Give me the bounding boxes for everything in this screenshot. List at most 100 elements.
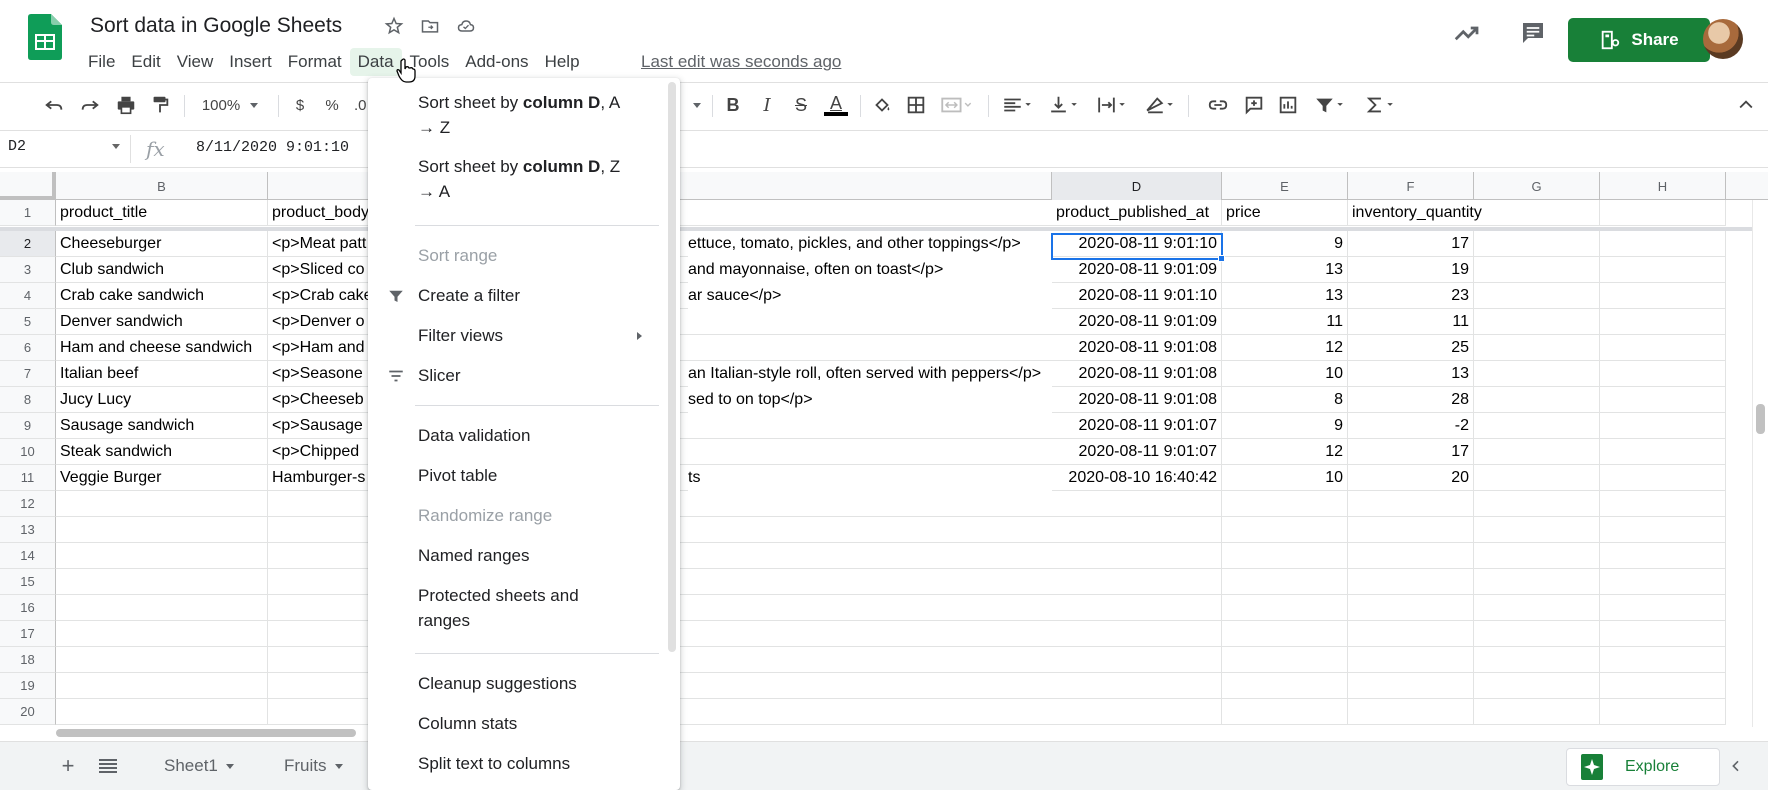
menu-help[interactable]: Help [537,48,588,76]
sheet-tab-caret-icon[interactable] [225,763,234,769]
paint-format-icon[interactable] [146,91,174,119]
table-cell[interactable]: 2020-08-11 9:01:08 [1052,335,1222,361]
filter-icon[interactable] [1310,91,1350,119]
table-cell[interactable]: 2020-08-10 16:40:42 [1052,465,1222,491]
table-cell[interactable] [1052,673,1222,699]
table-cell[interactable] [1222,491,1348,517]
row-header[interactable]: 11 [0,465,56,491]
table-cell[interactable] [1600,231,1726,257]
text-wrapping-icon[interactable] [1092,91,1132,119]
menu-protected-sheets[interactable]: Protected sheets and ranges [368,583,664,633]
vertical-align-icon[interactable] [1044,91,1084,119]
table-cell[interactable]: 28 [1348,387,1474,413]
vertical-scrollbar[interactable] [1752,200,1768,727]
row-header[interactable]: 7 [0,361,56,387]
table-cell[interactable] [1348,621,1474,647]
table-cell[interactable]: 12 [1222,335,1348,361]
menu-split-text[interactable]: Split text to columns [368,751,664,776]
table-cell[interactable] [56,543,268,569]
table-cell[interactable]: 19 [1348,257,1474,283]
table-cell[interactable] [1222,517,1348,543]
bold-icon[interactable]: B [720,91,746,119]
row-header[interactable]: 2 [0,231,56,257]
table-cell[interactable] [1600,283,1726,309]
table-cell[interactable] [1348,595,1474,621]
table-cell[interactable] [1474,517,1600,543]
table-cell[interactable] [1348,699,1474,725]
table-cell[interactable] [1222,595,1348,621]
column-header-d[interactable]: D [1052,172,1222,200]
horizontal-align-icon[interactable] [998,91,1038,119]
menu-file[interactable]: File [80,48,123,76]
row-header[interactable]: 20 [0,699,56,725]
horizontal-scrollbar[interactable] [56,727,1768,739]
table-cell[interactable] [56,569,268,595]
table-cell[interactable]: 12 [1222,439,1348,465]
table-cell[interactable] [56,517,268,543]
table-cell[interactable] [1348,569,1474,595]
menu-cleanup-suggestions[interactable]: Cleanup suggestions [368,671,664,696]
column-header-g[interactable]: G [1474,172,1600,200]
insert-link-icon[interactable] [1204,91,1232,119]
table-cell[interactable] [1600,361,1726,387]
table-cell[interactable] [1600,621,1726,647]
menu-sort-sheet-az[interactable]: Sort sheet by column D, A → Z [368,90,664,140]
row-header[interactable]: 3 [0,257,56,283]
horizontal-scroll-thumb[interactable] [56,729,356,737]
font-size-caret-icon[interactable] [690,91,704,119]
table-cell[interactable]: Jucy Lucy [56,387,268,413]
table-cell[interactable] [1222,699,1348,725]
table-cell[interactable]: 13 [1222,283,1348,309]
table-cell[interactable]: 10 [1222,361,1348,387]
table-cell[interactable]: 23 [1348,283,1474,309]
explore-button[interactable]: Explore [1566,748,1720,786]
name-box[interactable]: D2 [8,138,120,155]
table-cell[interactable] [1052,569,1222,595]
frozen-row-divider[interactable] [0,227,1768,231]
row-header[interactable]: 12 [0,491,56,517]
table-cell[interactable] [1052,543,1222,569]
table-cell[interactable] [1474,543,1600,569]
table-cell[interactable] [1600,335,1726,361]
table-cell[interactable] [1474,200,1600,226]
menu-edit[interactable]: Edit [123,48,168,76]
table-cell[interactable] [1474,465,1600,491]
table-cell[interactable] [1474,335,1600,361]
table-cell[interactable]: 2020-08-11 9:01:07 [1052,413,1222,439]
select-all-corner[interactable] [0,172,56,200]
table-cell[interactable]: 2020-08-11 9:01:08 [1052,387,1222,413]
table-cell[interactable]: -2 [1348,413,1474,439]
table-cell[interactable] [1474,569,1600,595]
fill-handle[interactable] [1218,255,1225,262]
table-cell[interactable]: 17 [1348,439,1474,465]
table-cell[interactable] [1600,673,1726,699]
insert-comment-icon[interactable] [1240,91,1268,119]
table-cell[interactable] [1474,699,1600,725]
table-cell[interactable] [56,673,268,699]
table-cell[interactable]: price [1222,200,1348,226]
table-cell[interactable] [1052,699,1222,725]
table-cell[interactable]: 9 [1222,231,1348,257]
table-cell[interactable] [1600,439,1726,465]
doc-title[interactable]: Sort data in Google Sheets [90,14,342,38]
table-cell[interactable]: 2020-08-11 9:01:10 [1052,231,1222,257]
table-cell[interactable]: 13 [1348,361,1474,387]
column-header-h[interactable]: H [1600,172,1726,200]
column-header-f[interactable]: F [1348,172,1474,200]
currency-format-button[interactable]: $ [290,91,310,119]
table-cell[interactable]: Sausage sandwich [56,413,268,439]
all-sheets-icon[interactable] [96,754,120,778]
table-cell[interactable] [1600,387,1726,413]
side-panel-toggle-icon[interactable] [1724,754,1748,778]
menu-view[interactable]: View [169,48,222,76]
table-cell[interactable]: 11 [1222,309,1348,335]
row-header[interactable]: 9 [0,413,56,439]
table-cell[interactable] [1600,595,1726,621]
table-cell[interactable] [56,647,268,673]
table-cell[interactable] [1052,621,1222,647]
table-cell[interactable] [1348,647,1474,673]
add-sheet-icon[interactable]: + [56,753,80,778]
insert-chart-icon[interactable] [1274,91,1302,119]
table-cell[interactable] [1600,699,1726,725]
table-cell[interactable]: 11 [1348,309,1474,335]
